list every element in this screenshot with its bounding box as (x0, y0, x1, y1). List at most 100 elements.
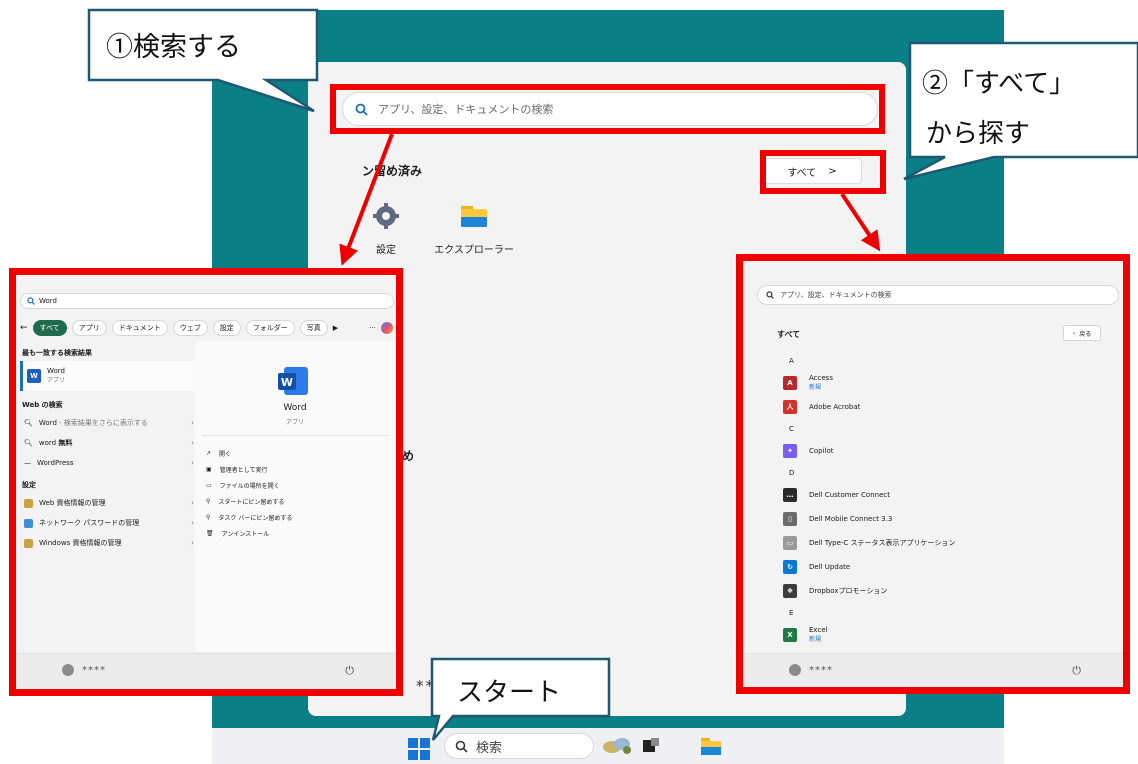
pin-icon: ⚲ (206, 513, 211, 521)
action-label: ファイルの場所を開く (219, 482, 280, 490)
app-list-item[interactable]: X Excel 新規 (777, 623, 1097, 647)
search-panel-footer: **** ⏻ (16, 653, 396, 689)
filter-web[interactable]: ウェブ (172, 320, 208, 336)
settings-result-row[interactable]: Windows 資格情報の管理 › (20, 533, 198, 553)
result-preview-pane: W Word アプリ ↗ 開く ▣ 管理者として実行 ▭ ファイルの場所を開く ⚲ スタ… (194, 341, 396, 651)
filter-photos[interactable]: 写真 (299, 320, 328, 336)
new-badge: 新規 (809, 384, 822, 391)
filter-apps[interactable]: アプリ (71, 320, 107, 336)
app-list-item[interactable]: … Dell Customer Connect (777, 483, 1097, 507)
task-view-icon[interactable] (642, 737, 660, 755)
app-list-item[interactable]: ▯ Dell Mobile Connect 3.3 (777, 507, 1097, 531)
app-name: Dell Type-C ステータス表示アプリケーション (809, 538, 956, 547)
search-icon (766, 291, 774, 299)
copilot-icon[interactable] (380, 322, 393, 334)
filter-folders[interactable]: フォルダー (245, 320, 295, 336)
preview-app-name: Word (283, 403, 307, 413)
recommended-title-fragment: め (402, 449, 415, 463)
settings-result-row[interactable]: ネットワーク パスワードの管理 › (20, 513, 198, 533)
pinned-app-label: 設定 (376, 245, 396, 256)
file-explorer-icon[interactable] (700, 736, 722, 756)
filter-documents[interactable]: ドキュメント (111, 320, 168, 336)
web-result-row[interactable]: — WordPress › (20, 453, 198, 473)
filter-settings[interactable]: 設定 (212, 320, 241, 336)
search-highlight-box (330, 84, 885, 134)
power-icon[interactable]: ⏻ (345, 664, 354, 678)
app-list-item[interactable]: 人 Adobe Acrobat (777, 395, 1097, 419)
letter-header[interactable]: C (777, 419, 1097, 439)
best-match-word[interactable]: W Word アプリ (20, 361, 198, 391)
action-pin-to-taskbar[interactable]: ⚲ タスク バーにピン留めする (206, 509, 292, 525)
app-list-item[interactable]: A Access 新規 (777, 371, 1097, 395)
callout-all-text-2: から探す (926, 119, 1031, 149)
pinned-app-settings[interactable]: 設定 (346, 202, 426, 256)
power-icon[interactable]: ⏻ (1072, 664, 1081, 678)
callout-start-text: スタート (457, 678, 562, 708)
back-button[interactable]: ‹ 戻る (1063, 325, 1101, 341)
search-icon (27, 297, 35, 305)
back-arrow-icon[interactable]: ← (20, 323, 28, 333)
more-options-button[interactable]: ··· (369, 324, 376, 332)
windows-start-icon[interactable] (408, 738, 430, 760)
app-list-item[interactable]: ↻ Dell Update (777, 555, 1097, 579)
word-icon: W (27, 369, 41, 383)
app-name: Access (809, 374, 833, 382)
pinned-app-label: エクスプローラー (434, 245, 514, 256)
pin-icon: ⚲ (206, 497, 211, 505)
web-result-row[interactable]: 🔍︎ Word - 検索結果をさらに表示する › (20, 413, 198, 433)
app-name: Dropboxプロモーション (809, 586, 888, 595)
app-list-item[interactable]: ✦ Copilot (777, 439, 1097, 463)
app-name: Copilot (809, 446, 834, 455)
search-results-list: 最も一致する検索結果 W Word アプリ Web の検索 🔍︎ Word - … (20, 345, 198, 645)
app-name: Dell Update (809, 562, 851, 571)
svg-text:W: W (281, 376, 293, 389)
web-search-title: Web の検索 (22, 401, 63, 409)
search-query: Word (39, 297, 57, 305)
web-result-row[interactable]: 🔍︎ word 無料 › (20, 433, 198, 453)
app-list-item[interactable]: ❖ Dropboxプロモーション (777, 579, 1097, 603)
open-icon: ↗ (206, 449, 212, 457)
web-result-text: Word (38, 419, 57, 427)
settings-result-text: Web 資格情報の管理 (39, 499, 106, 507)
search-results-input[interactable]: Word (20, 293, 394, 309)
folder-icon (461, 206, 487, 227)
user-name: **** (82, 664, 106, 676)
preview-divider (202, 435, 388, 436)
all-apps-search-input[interactable]: アプリ、設定、ドキュメントの検索 (757, 285, 1119, 305)
gear-icon (373, 203, 399, 229)
callout-all-text-1: ②「すべて」 (922, 69, 1076, 99)
action-open-file-location[interactable]: ▭ ファイルの場所を開く (206, 477, 292, 493)
user-account[interactable]: **** (62, 664, 106, 676)
action-label: タスク バーにピン留めする (218, 514, 293, 522)
callout-search-text: ①検索する (106, 32, 241, 63)
action-run-as-admin[interactable]: ▣ 管理者として実行 (206, 461, 292, 477)
app-name: Adobe Acrobat (809, 402, 861, 411)
settings-result-row[interactable]: Web 資格情報の管理 › (20, 493, 198, 513)
acrobat-icon: 人 (783, 400, 797, 414)
callout-start: スタート (430, 657, 611, 742)
copilot-icon: ✦ (783, 444, 797, 458)
app-list-item[interactable]: ▭ Dell Type-C ステータス表示アプリケーション (777, 531, 1097, 555)
action-uninstall[interactable]: 🗑︎ アンインストール (206, 525, 292, 541)
excel-icon: X (783, 628, 797, 642)
user-account[interactable]: **** (789, 664, 833, 676)
pinned-app-explorer[interactable]: エクスプローラー (434, 202, 514, 256)
phone-icon: ▯ (783, 512, 797, 526)
admin-icon: ▣ (206, 465, 212, 473)
action-label: アンインストール (221, 530, 270, 538)
chat-icon: … (783, 488, 797, 502)
letter-header[interactable]: D (777, 463, 1097, 483)
search-icon: 🔍︎ (24, 439, 33, 447)
letter-header[interactable]: E (777, 603, 1097, 623)
play-icon[interactable]: ▶ (333, 324, 338, 332)
dropbox-icon: ❖ (783, 584, 797, 598)
letter-header[interactable]: A (777, 351, 1097, 371)
network-icon (24, 518, 33, 528)
action-pin-to-start[interactable]: ⚲ スタートにピン留めする (206, 493, 292, 509)
action-label: 開く (219, 450, 232, 458)
web-result-text: word (38, 439, 59, 447)
callout-all: ②「すべて」 から探す (900, 41, 1138, 181)
avatar (789, 664, 801, 676)
action-open[interactable]: ↗ 開く (206, 445, 292, 461)
filter-all[interactable]: すべて (32, 320, 67, 336)
